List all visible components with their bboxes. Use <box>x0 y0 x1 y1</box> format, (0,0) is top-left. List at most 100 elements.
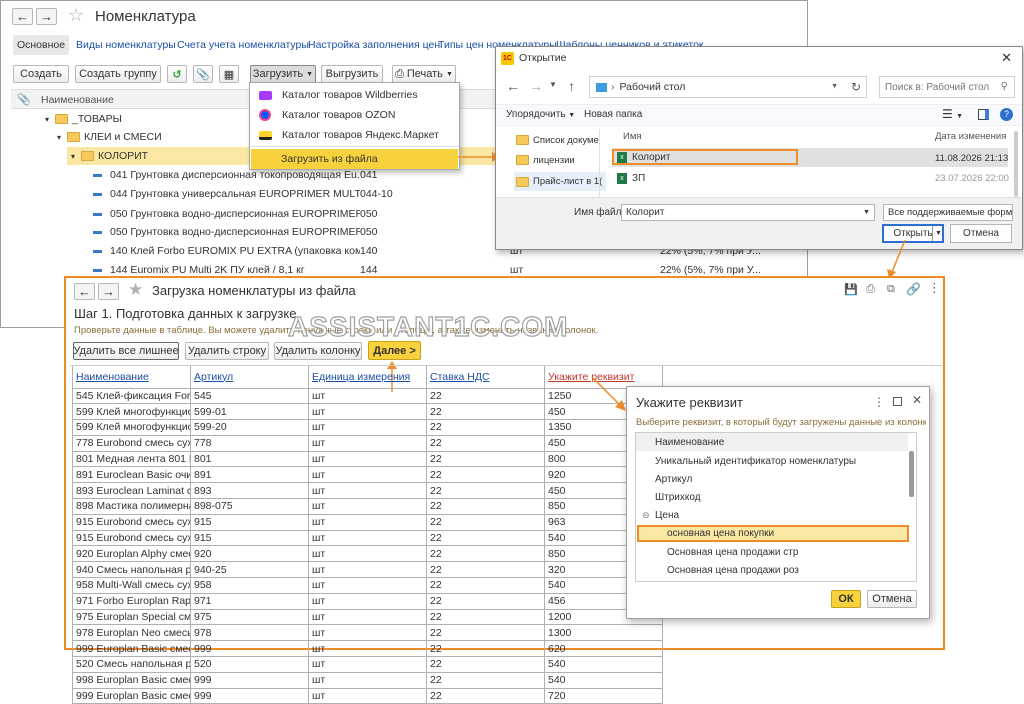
table-cell[interactable]: 915 Eurobond смесь сухая <box>72 513 191 531</box>
save-icon[interactable]: 💾 <box>844 283 858 296</box>
print-icon[interactable]: ⎙ <box>866 283 875 296</box>
table-row[interactable]: 920 Europlan Alphy смесь с920шт22850 <box>72 545 663 563</box>
table-row[interactable]: 999 Europlan Basic смесь с999шт22720 <box>72 687 663 704</box>
table-cell[interactable]: шт <box>308 545 427 563</box>
table-row[interactable]: 975 Europlan Special смесь975шт221200 <box>72 608 663 626</box>
table-cell[interactable]: шт <box>308 387 427 405</box>
create-group-button[interactable]: Создать группу <box>75 65 161 83</box>
table-cell[interactable]: 22 <box>426 513 545 531</box>
search-input[interactable]: Поиск в: Рабочий стол ⚲ <box>879 76 1015 98</box>
cancel-button[interactable]: Отмена <box>867 590 917 608</box>
remove-row-button[interactable]: Удалить строку <box>185 342 269 360</box>
list-item-selected[interactable]: основная цена покупки <box>637 525 909 542</box>
next-button[interactable]: Далее > <box>368 341 421 360</box>
table-cell[interactable]: 545 <box>190 387 309 405</box>
table-cell[interactable]: 971 Forbo Europlan Rapid с <box>72 592 191 610</box>
table-cell[interactable]: 915 <box>190 513 309 531</box>
table-row[interactable]: 801 Медная лента 801 ME801шт22800 <box>72 450 663 468</box>
nav-item-selected[interactable]: Прайс-лист в 1( <box>514 172 606 191</box>
table-row[interactable]: 940 Смесь напольная реме940-25шт22320 <box>72 561 663 579</box>
scrollbar[interactable] <box>909 451 914 497</box>
link-icon[interactable]: 🔗 <box>906 282 921 296</box>
open-dropdown[interactable]: ▼ <box>932 226 944 241</box>
star-icon[interactable]: ☆ <box>68 5 84 26</box>
table-row[interactable]: 599 Клей многофункциона599-20шт221350 <box>72 419 663 436</box>
maximize-icon[interactable] <box>893 397 902 406</box>
table-cell[interactable]: 898 Мастика полимерная м <box>72 498 191 515</box>
table-cell[interactable]: 22 <box>426 608 545 626</box>
chevron-down-icon[interactable]: ▼ <box>831 83 838 90</box>
table-cell[interactable]: шт <box>308 513 427 531</box>
file-row[interactable]: x ЗП <box>614 169 794 187</box>
table-cell[interactable]: 540 <box>544 656 663 673</box>
preview-pane-icon[interactable] <box>978 109 989 120</box>
attribute-list[interactable]: Наименование Уникальный идентификатор но… <box>635 432 917 582</box>
table-cell[interactable]: шт <box>308 624 427 642</box>
table-cell[interactable]: 999 Europlan Basic смесь с <box>72 640 191 658</box>
list-item[interactable]: Основная цена продажи стр <box>667 547 798 558</box>
table-cell[interactable]: 22 <box>426 498 545 515</box>
table-cell[interactable]: шт <box>308 640 427 658</box>
table-cell[interactable]: 22 <box>426 403 545 421</box>
more-icon[interactable]: ⋮ <box>873 395 885 409</box>
view-icon[interactable]: ☰ ▼ <box>942 107 963 121</box>
table-cell[interactable]: 971 <box>190 592 309 610</box>
table-row[interactable]: 999 Europlan Basic смесь с999шт22620 <box>72 640 663 658</box>
table-cell[interactable]: шт <box>308 403 427 421</box>
forward-arrow-icon[interactable]: → <box>529 78 543 94</box>
add-from-icon[interactable]: ↺ <box>167 65 187 83</box>
table-cell[interactable]: 620 <box>544 640 663 658</box>
table-cell[interactable]: 599-20 <box>190 419 309 436</box>
table-row[interactable]: 971 Forbo Europlan Rapid с971шт22456 <box>72 592 663 610</box>
table-cell[interactable]: 520 Смесь напольная реме <box>72 656 191 673</box>
menu-item-ozon[interactable]: Каталог товаров OZON <box>250 105 459 125</box>
table-cell[interactable]: 898-075 <box>190 498 309 515</box>
organize-button[interactable]: Упорядочить ▼ <box>506 109 575 120</box>
column-header-unit[interactable]: Единица измерения <box>308 366 427 388</box>
table-cell[interactable]: 893 Euroclean Laminat сред <box>72 482 191 500</box>
table-cell[interactable]: 22 <box>426 482 545 500</box>
table-cell[interactable]: 940-25 <box>190 561 309 579</box>
table-cell[interactable]: 975 <box>190 608 309 626</box>
barcode-icon[interactable]: ▦ <box>219 65 239 83</box>
back-button[interactable]: ← <box>74 283 95 300</box>
tab-price-fill[interactable]: Настройка заполнения цен <box>308 39 440 51</box>
table-cell[interactable]: 22 <box>426 687 545 704</box>
table-cell[interactable]: 999 <box>190 687 309 704</box>
table-row[interactable]: 958 Multi-Wall смесь сухая958шт22540 <box>72 577 663 594</box>
table-cell[interactable]: 891 Euroclean Basic очист <box>72 466 191 484</box>
up-arrow-icon[interactable]: ↑ <box>568 78 575 94</box>
table-row[interactable]: 599 Клей многофункциона599-01шт22450 <box>72 403 663 421</box>
attach-icon[interactable]: 📎 <box>193 65 213 83</box>
table-cell[interactable]: 998 Europlan Basic смесь с <box>72 671 191 689</box>
address-bar[interactable]: › Рабочий стол ▼ ↻ <box>589 76 867 98</box>
list-item[interactable]: Наименование <box>655 437 724 448</box>
table-row[interactable]: 545 Клей-фиксация Forbo 545 шт 22 1250 <box>72 387 663 405</box>
table-cell[interactable]: шт <box>308 561 427 579</box>
close-icon[interactable]: ✕ <box>912 393 922 407</box>
load-button[interactable]: Загрузить ▼ <box>250 65 316 83</box>
table-row[interactable]: 893 Euroclean Laminat сред893шт22450 <box>72 482 663 500</box>
back-arrow-icon[interactable]: ← <box>506 78 520 94</box>
chevron-down-icon[interactable]: ▼ <box>549 80 557 89</box>
tab-main[interactable]: Основное <box>13 35 69 55</box>
new-folder-button[interactable]: Новая папка <box>584 109 642 120</box>
nav-item[interactable]: лицензии <box>516 151 606 169</box>
table-cell[interactable]: 999 <box>190 671 309 689</box>
print-button[interactable]: ⎙ Печать ▼ <box>392 65 456 83</box>
table-cell[interactable]: шт <box>308 671 427 689</box>
table-cell[interactable]: 978 <box>190 624 309 642</box>
tab-kinds[interactable]: Виды номенклатуры <box>76 39 176 51</box>
table-cell[interactable]: 975 Europlan Special смесь <box>72 608 191 626</box>
more-icon[interactable]: ⋮ <box>928 280 941 296</box>
table-cell[interactable]: 545 Клей-фиксация Forbo <box>72 387 191 405</box>
table-cell[interactable]: 540 <box>544 671 663 689</box>
table-cell[interactable]: 999 Europlan Basic смесь с <box>72 687 191 704</box>
table-row[interactable]: 891 Euroclean Basic очист 891 шт 22 920 <box>72 466 663 484</box>
table-cell[interactable]: шт <box>308 466 427 484</box>
list-item[interactable]: Уникальный идентификатор номенклатуры <box>655 456 856 467</box>
create-button[interactable]: Создать <box>13 65 69 83</box>
table-cell[interactable]: 22 <box>426 450 545 468</box>
table-cell[interactable]: 940 Смесь напольная реме <box>72 561 191 579</box>
ok-button[interactable]: ОК <box>831 590 861 608</box>
